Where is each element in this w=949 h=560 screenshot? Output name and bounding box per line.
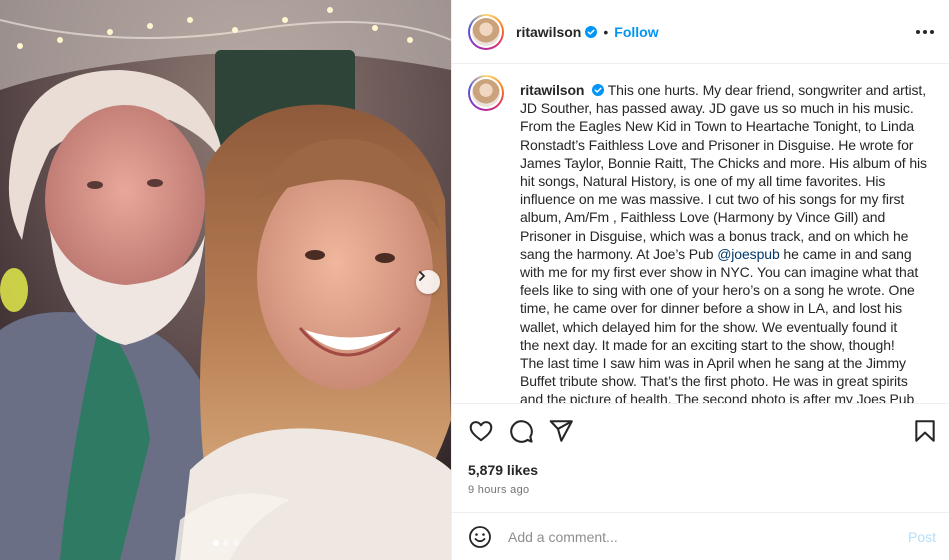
username-link[interactable]: ritawilson [516, 24, 581, 40]
carousel-indicator [0, 540, 451, 546]
caption-body-part1: This one hurts. My dear friend, songwrit… [520, 82, 927, 262]
next-photo-button[interactable] [416, 270, 440, 294]
caption-section: ritawilson This one hurts. My dear frien… [452, 65, 949, 403]
more-options-button[interactable] [916, 22, 934, 42]
caption-username[interactable]: ritawilson [520, 82, 584, 98]
comment-icon[interactable] [508, 418, 534, 449]
comment-composer: Post [452, 512, 949, 560]
follow-button[interactable]: Follow [614, 24, 658, 40]
mention-link[interactable]: @joespub [717, 246, 780, 262]
verified-icon [585, 25, 598, 38]
post-details-panel: ritawilson • Follow ritawilson This one … [451, 0, 949, 560]
post-header: ritawilson • Follow [452, 0, 949, 64]
emoji-icon[interactable] [468, 525, 492, 554]
more-icon [916, 30, 920, 34]
post-comment-button[interactable]: Post [908, 529, 936, 545]
post-timestamp[interactable]: 9 hours ago [468, 484, 529, 496]
carousel-dot [212, 540, 219, 546]
photo-illustration [0, 0, 451, 560]
post-photo[interactable] [0, 0, 451, 560]
caption-text: ritawilson This one hurts. My dear frien… [520, 81, 934, 403]
carousel-dot [232, 540, 239, 546]
comment-input[interactable] [508, 526, 888, 548]
share-icon[interactable] [548, 418, 574, 449]
actions-section: 5,879 likes 9 hours ago [452, 403, 949, 511]
avatar-image [472, 17, 500, 46]
separator: • [603, 23, 609, 40]
avatar-image [472, 79, 500, 107]
verified-icon [592, 84, 605, 96]
heart-icon[interactable] [468, 418, 494, 449]
caption-body-part2: he came in and sang with me for my first… [520, 245, 919, 403]
likes-count[interactable]: 5,879 likes [468, 462, 538, 478]
avatar[interactable] [468, 13, 504, 50]
carousel-dot [222, 540, 229, 546]
bookmark-icon[interactable] [912, 418, 938, 449]
caption-avatar[interactable] [468, 75, 504, 111]
